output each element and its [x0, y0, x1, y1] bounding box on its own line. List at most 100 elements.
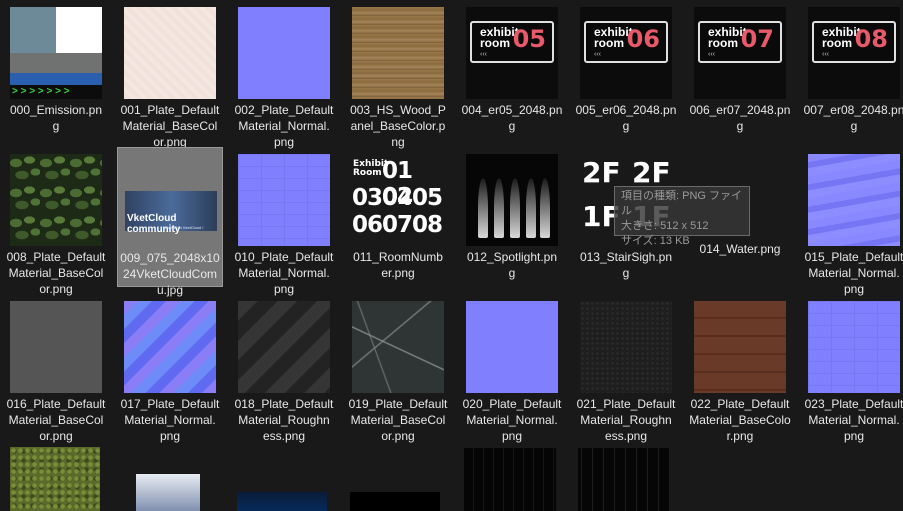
file-thumbnail [580, 301, 672, 393]
file-name-label: 015_Plate_Default Material_Normal. png [801, 249, 903, 297]
floor-sign: 2F [582, 156, 621, 189]
exhibit-room-sign: exhibit room 08 ‹‹‹ [812, 21, 896, 63]
floor-sign: 2F [632, 156, 671, 189]
exhibit-room-sign: exhibit room 06 ‹‹‹ [584, 21, 668, 63]
file-thumbnail[interactable] [578, 448, 670, 511]
file-item[interactable]: 015_Plate_Default Material_Normal. png [801, 147, 903, 296]
file-thumbnail[interactable] [350, 492, 440, 511]
file-item[interactable]: 017_Plate_Default Material_Normal. png [117, 294, 223, 443]
file-name-line: or.png [381, 429, 415, 443]
file-name-line: 022_Plate_Default [690, 397, 790, 411]
file-thumbnail [352, 7, 444, 99]
exhibit-room-sign: exhibit room 05 ‹‹‹ [470, 21, 554, 63]
file-item[interactable]: exhibit room 06 ‹‹‹ 005_er06_2048.pn g [573, 0, 679, 140]
file-name-line: 023_Plate_Default [804, 397, 903, 411]
exhibit-room-sign: exhibit room 07 ‹‹‹ [698, 21, 782, 63]
file-thumbnail[interactable] [237, 492, 327, 511]
file-name-line: g [52, 119, 60, 133]
file-name-line: png [159, 429, 181, 443]
file-item[interactable]: 012_Spotlight.pn g [459, 147, 565, 287]
file-name-line: 006_er07_2048.pn [689, 103, 791, 117]
file-thumbnail [10, 301, 102, 393]
file-name-label: 004_er05_2048.pn g [459, 102, 565, 134]
file-name-line: Material_BaseCol [350, 413, 446, 427]
file-name-line: Material_Normal. [808, 413, 900, 427]
file-thumbnail: exhibit room 06 ‹‹‹ [580, 7, 672, 99]
file-name-label: 002_Plate_Default Material_Normal. png [231, 102, 337, 150]
file-name-line: Material_Normal. [238, 266, 330, 280]
file-name-line: Material_Normal. [808, 266, 900, 280]
room-number: 05 [512, 25, 546, 53]
file-name-line: g [622, 119, 630, 133]
file-tooltip: 項目の種類: PNG ファイル 大きさ: 512 x 512 サイズ: 13 K… [614, 186, 750, 247]
file-name-line: 016_Plate_Default [6, 397, 106, 411]
room-number-row: 060708 [352, 212, 443, 238]
file-item[interactable]: > > > > > > > 000_Emission.pn g [3, 0, 109, 140]
file-name-line: Material_Roughn [580, 413, 672, 427]
file-name-line: 013_StairSigh.pn [579, 250, 673, 264]
file-name-label: 008_Plate_Default Material_BaseCol or.png [3, 249, 109, 297]
file-name-line: 24VketCloudCom [122, 267, 218, 281]
file-name-line: 015_Plate_Default [804, 250, 903, 264]
file-item[interactable]: 008_Plate_Default Material_BaseCol or.png [3, 147, 109, 296]
file-name-line: Material_Normal. [238, 119, 330, 133]
file-item[interactable]: 020_Plate_Default Material_Normal. png [459, 294, 565, 443]
light-beam [510, 178, 520, 238]
file-name-line: 019_Plate_Default [348, 397, 448, 411]
file-item[interactable]: 022_Plate_Default Material_BaseColo r.png [687, 294, 793, 443]
file-item[interactable]: exhibit room 08 ‹‹‹ 007_er08_2048.pn g [801, 0, 903, 140]
file-name-line: 007_er08_2048.pn [803, 103, 903, 117]
file-name-line: g [736, 119, 744, 133]
room-number: 06 [626, 25, 660, 53]
texture-block [10, 73, 102, 85]
file-name-label: 006_er07_2048.png [687, 102, 793, 134]
file-thumbnail [694, 301, 786, 393]
file-item[interactable]: 002_Plate_Default Material_Normal. png [231, 0, 337, 149]
file-thumbnail: exhibit room 05 ‹‹‹ [466, 7, 558, 99]
file-thumbnail[interactable] [136, 474, 200, 511]
file-thumbnail[interactable] [464, 448, 556, 511]
room-number: 07 [740, 25, 774, 53]
banner-subtitle: Look at on VketCloud ! [163, 225, 204, 230]
file-name-line: Material_BaseCol [8, 413, 104, 427]
file-name-line: r.png [726, 429, 754, 443]
file-name-line: anel_BaseColor.p [350, 119, 446, 133]
file-name-label: 017_Plate_Default Material_Normal. png [117, 396, 223, 444]
file-item[interactable]: Exhibit Room 01 02 030405 060708 011_RoomNumb… [345, 147, 451, 287]
file-name-line: png [501, 429, 523, 443]
file-name-line: Material_BaseColo [689, 413, 791, 427]
file-item[interactable]: 023_Plate_Default Material_Normal. png [801, 294, 903, 443]
file-name-line: 018_Plate_Default [234, 397, 334, 411]
community-banner: VketCloud community Look at on VketCloud … [125, 191, 217, 235]
file-thumbnail: exhibit room 07 ‹‹‹ [694, 7, 786, 99]
file-name-line: or.png [39, 429, 73, 443]
file-item[interactable]: 021_Plate_Default Material_Roughn ess.png [573, 294, 679, 443]
file-name-label: 012_Spotlight.pn g [459, 249, 565, 281]
file-item[interactable]: 001_Plate_Default Material_BaseCol or.png [117, 0, 223, 149]
file-name-label: 022_Plate_Default Material_BaseColo r.png [687, 396, 793, 444]
arrow-mark: ‹‹‹ [480, 51, 487, 58]
file-item[interactable]: exhibit room 07 ‹‹‹ 006_er07_2048.png [687, 0, 793, 140]
file-thumbnail [808, 301, 900, 393]
texture-block [56, 7, 102, 53]
file-thumbnail[interactable] [10, 447, 100, 511]
file-name-label: 020_Plate_Default Material_Normal. png [459, 396, 565, 444]
file-item[interactable]: exhibit room 05 ‹‹‹ 004_er05_2048.pn g [459, 0, 565, 140]
file-item[interactable]: VketCloud community Look at on VketCloud … [117, 147, 223, 297]
file-item[interactable]: 018_Plate_Default Material_Roughn ess.png [231, 294, 337, 443]
file-name-label: 003_HS_Wood_P anel_BaseColor.p ng [345, 102, 451, 150]
light-beam [478, 178, 488, 238]
file-name-line: 008_Plate_Default [6, 250, 106, 264]
file-item[interactable]: 010_Plate_Default Material_Normal. png [231, 147, 337, 296]
file-name-line: 010_Plate_Default [234, 250, 334, 264]
file-item[interactable]: 019_Plate_Default Material_BaseCol or.png [345, 294, 451, 443]
file-name-line: Material_Normal. [466, 413, 558, 427]
file-name-line: er.png [381, 266, 415, 280]
file-name-line: 009_075_2048x10 [120, 251, 220, 265]
file-name-line: Material_Normal. [124, 413, 216, 427]
file-item[interactable]: 003_HS_Wood_P anel_BaseColor.p ng [345, 0, 451, 149]
file-thumbnail: VketCloud community Look at on VketCloud … [125, 155, 217, 247]
file-name-line: g [508, 119, 516, 133]
banner-title: VketCloud community [127, 213, 181, 235]
file-item[interactable]: 016_Plate_Default Material_BaseCol or.png [3, 294, 109, 443]
